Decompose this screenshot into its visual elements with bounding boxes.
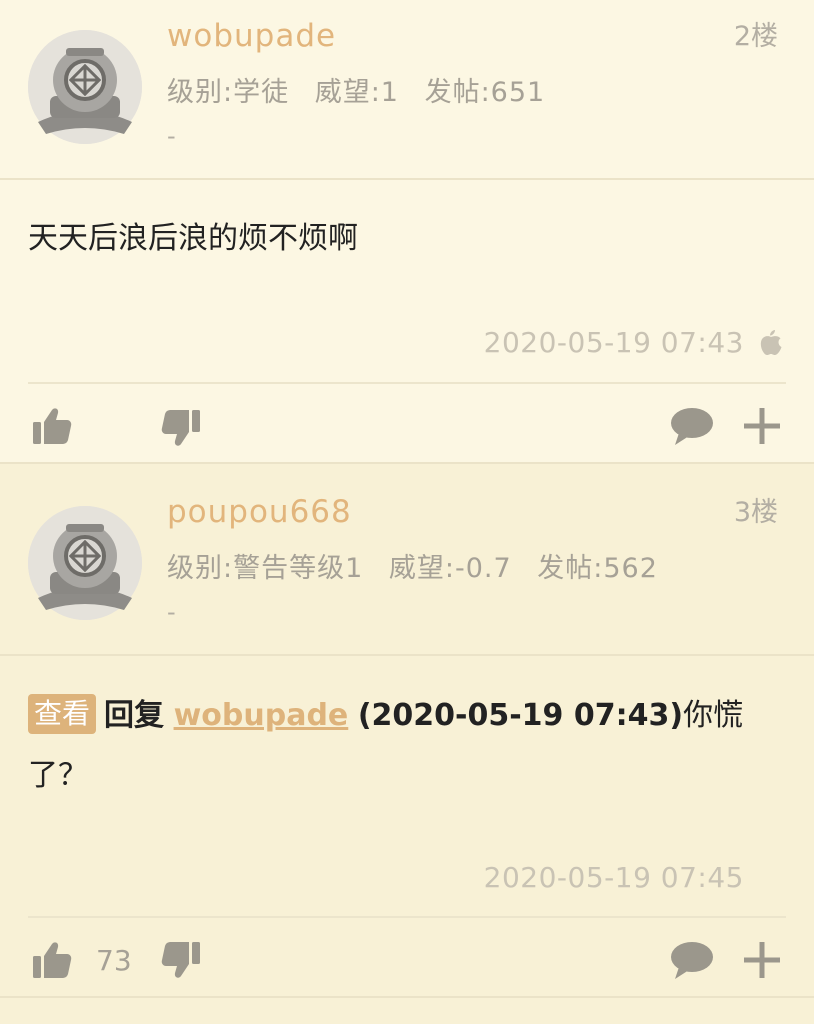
post-header: wobupade 级别:学徒 威望:1 发帖:651 - 2楼	[0, 0, 814, 180]
thumbs-up-icon[interactable]	[32, 941, 72, 979]
floor-number: 2楼	[733, 21, 778, 52]
reply-label: 回复	[104, 698, 165, 733]
reply-time: (2020-05-19 07:43)	[357, 698, 684, 733]
floor-number: 3楼	[733, 497, 778, 528]
divider	[28, 382, 786, 384]
post-header: poupou668 级别:警告等级1 威望:-0.7 发帖:562 - 3楼	[0, 464, 814, 656]
user-signature: -	[167, 598, 176, 626]
apple-icon	[760, 330, 782, 355]
thumbs-up-icon[interactable]	[32, 407, 72, 445]
user-reputation: 威望:1	[314, 77, 399, 108]
comment-icon[interactable]	[670, 406, 714, 446]
username[interactable]: wobupade	[167, 18, 336, 54]
user-post-count: 发帖:562	[537, 553, 658, 584]
user-meta: 级别:学徒 威望:1 发帖:651	[167, 70, 561, 109]
divider	[0, 654, 814, 656]
divider	[0, 178, 814, 180]
user-meta: 级别:警告等级1 威望:-0.7 发帖:562	[167, 546, 674, 585]
post-content: 天天后浪后浪的烦不烦啊	[28, 221, 358, 256]
plus-icon[interactable]	[743, 407, 781, 445]
post-timestamp: 2020-05-19 07:43	[483, 326, 744, 359]
post-timestamp: 2020-05-19 07:45	[483, 861, 744, 894]
divider	[28, 916, 786, 918]
user-post-count: 发帖:651	[424, 77, 546, 108]
divider	[0, 996, 814, 998]
post-floor-2: wobupade 级别:学徒 威望:1 发帖:651 - 2楼 天天后浪后浪的烦…	[0, 0, 814, 464]
thumbs-down-icon[interactable]	[161, 409, 201, 447]
user-reputation: 威望:-0.7	[388, 553, 512, 584]
reply-user-link[interactable]: wobupade	[174, 698, 349, 733]
user-level: 级别:警告等级1	[167, 553, 364, 584]
like-count: 73	[96, 944, 132, 977]
view-reply-button[interactable]: 查看	[28, 694, 97, 734]
post-content: 查看 回复 wobupade (2020-05-19 07:43)你慌了？	[28, 686, 786, 806]
comment-icon[interactable]	[670, 940, 714, 980]
username[interactable]: poupou668	[167, 494, 352, 530]
thumbs-down-icon[interactable]	[161, 941, 201, 979]
avatar[interactable]	[28, 30, 142, 144]
plus-icon[interactable]	[743, 941, 781, 979]
post-floor-3: poupou668 级别:警告等级1 威望:-0.7 发帖:562 - 3楼 查…	[0, 464, 814, 1024]
user-level: 级别:学徒	[167, 77, 290, 108]
avatar[interactable]	[28, 506, 142, 620]
user-signature: -	[167, 122, 176, 150]
